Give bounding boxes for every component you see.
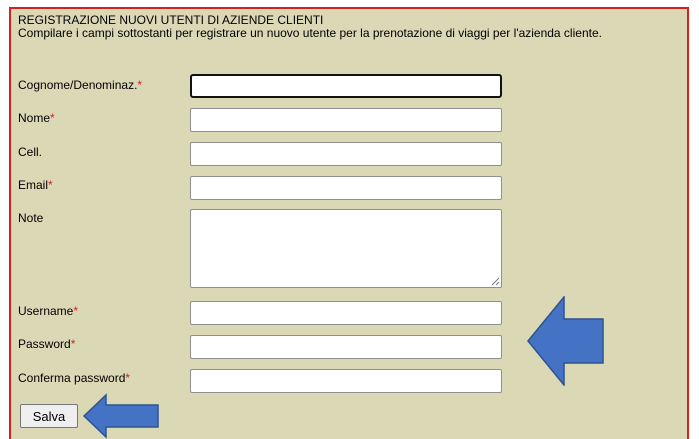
required-mark: * [50,111,55,125]
conferma-password-label: Conferma password* [18,371,130,385]
cognome-label: Cognome/Denominaz.* [18,78,142,92]
nome-label: Nome* [18,111,55,125]
note-label-text: Note [18,211,44,225]
arrow-left-icon [82,393,159,439]
username-field[interactable] [190,301,502,325]
required-mark: * [125,371,131,385]
required-mark: * [73,304,79,318]
cell-label-text: Cell. [18,145,43,159]
cognome-field[interactable] [190,74,502,98]
username-label-text: Username [18,304,74,318]
resize-grip-icon[interactable] [490,276,500,286]
note-textarea[interactable] [190,209,502,288]
note-label: Note [18,211,43,225]
nome-field[interactable] [190,108,502,132]
password-label-text: Password [18,337,71,351]
conferma-password-field[interactable] [190,369,502,393]
email-field[interactable] [190,176,502,200]
nome-label-text: Nome [18,111,51,125]
email-label-text: Email [18,178,49,192]
email-label: Email* [18,178,53,192]
arrow-left-icon [527,296,604,386]
save-button[interactable]: Salva [20,404,78,428]
cell-field[interactable] [190,142,502,166]
username-label: Username* [18,304,78,318]
conferma-password-label-text: Conferma password [18,371,126,385]
password-field[interactable] [190,335,502,359]
cognome-label-text: Cognome/Denominaz. [18,78,138,92]
required-mark: * [70,337,76,351]
cell-label: Cell. [18,145,42,159]
form-subtitle: Compilare i campi sottostanti per regist… [18,26,602,40]
required-mark: * [48,178,53,192]
password-label: Password* [18,337,75,351]
required-mark: * [137,78,143,92]
